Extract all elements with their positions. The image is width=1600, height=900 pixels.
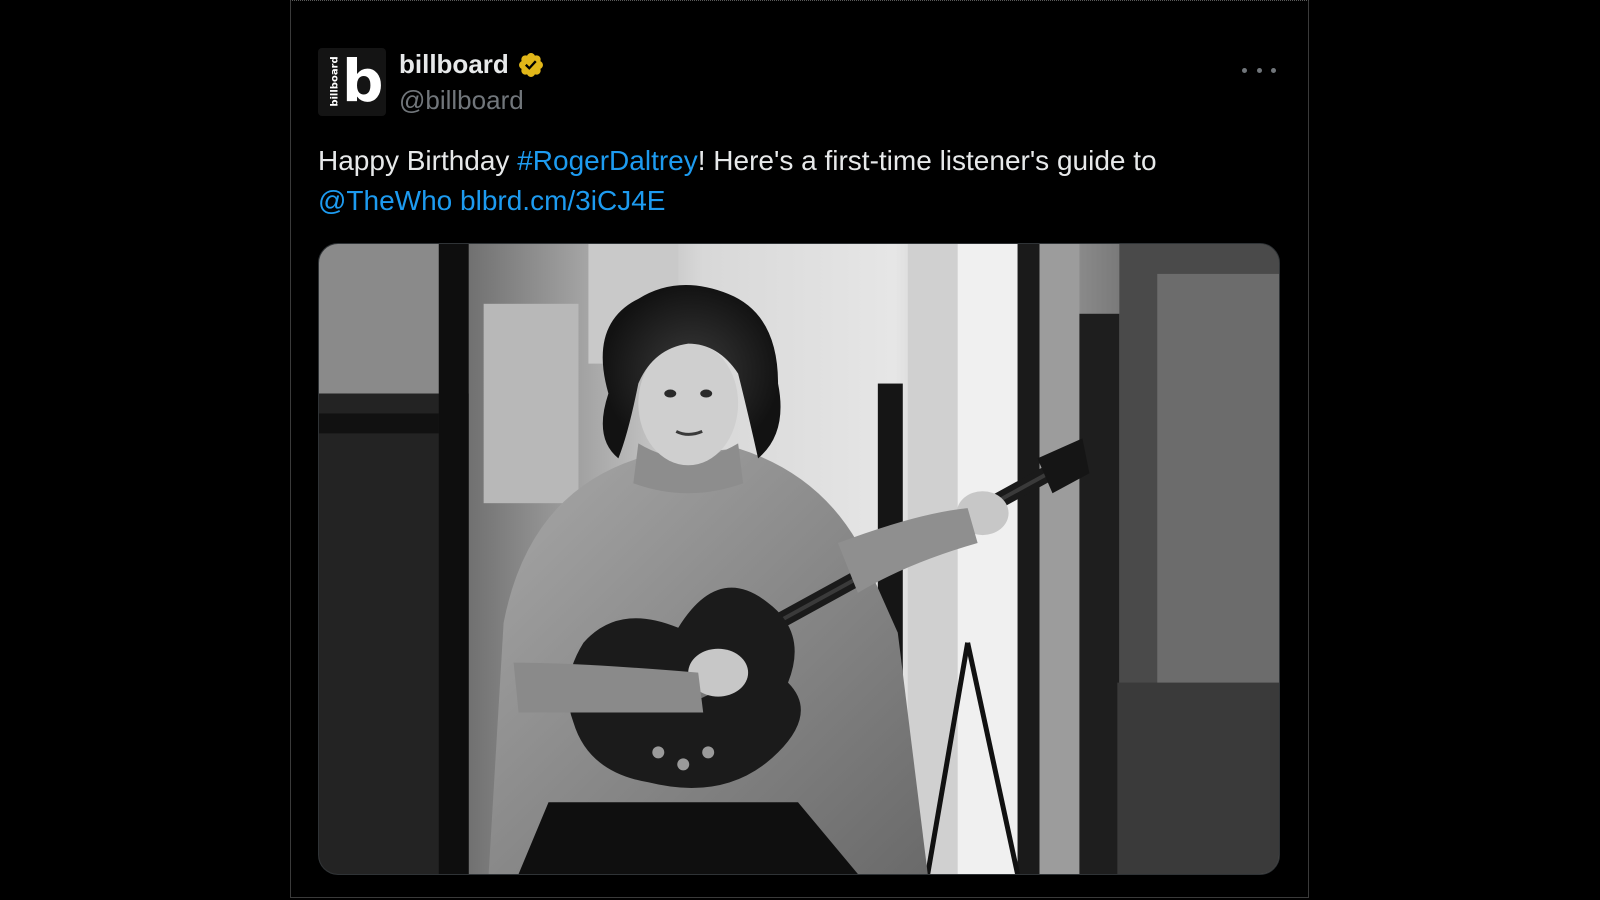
author-display-name[interactable]: billboard [399, 49, 509, 80]
more-options-button[interactable] [1242, 59, 1276, 81]
verified-badge-icon [517, 51, 545, 79]
photo-illustration [319, 244, 1279, 874]
mention-link[interactable]: @TheWho [318, 185, 452, 216]
avatar-wordmark: billboard [329, 56, 341, 107]
avatar[interactable]: billboard b [318, 48, 386, 116]
tweet-text-part2: ! Here's a first-time listener's guide t… [697, 145, 1157, 176]
author-handle[interactable]: @billboard [399, 85, 524, 116]
author-name-row: billboard [399, 49, 545, 80]
url-link[interactable]: blbrd.cm/3iCJ4E [460, 185, 665, 216]
tweet-text: Happy Birthday #RogerDaltrey! Here's a f… [318, 141, 1278, 221]
avatar-letter: b [342, 48, 384, 115]
more-options-icon-dot [1271, 67, 1276, 73]
tweet-text-part1: Happy Birthday [318, 145, 518, 176]
page: billboard b billboard @billboard Happy B… [0, 0, 1600, 900]
tweet-photo[interactable] [318, 243, 1280, 875]
hashtag-link[interactable]: #RogerDaltrey [517, 145, 698, 176]
more-options-icon [1242, 67, 1247, 73]
tweet-text-space [452, 185, 460, 216]
tweet-card[interactable]: billboard b billboard @billboard Happy B… [290, 0, 1309, 898]
more-options-icon-dot [1256, 67, 1262, 73]
